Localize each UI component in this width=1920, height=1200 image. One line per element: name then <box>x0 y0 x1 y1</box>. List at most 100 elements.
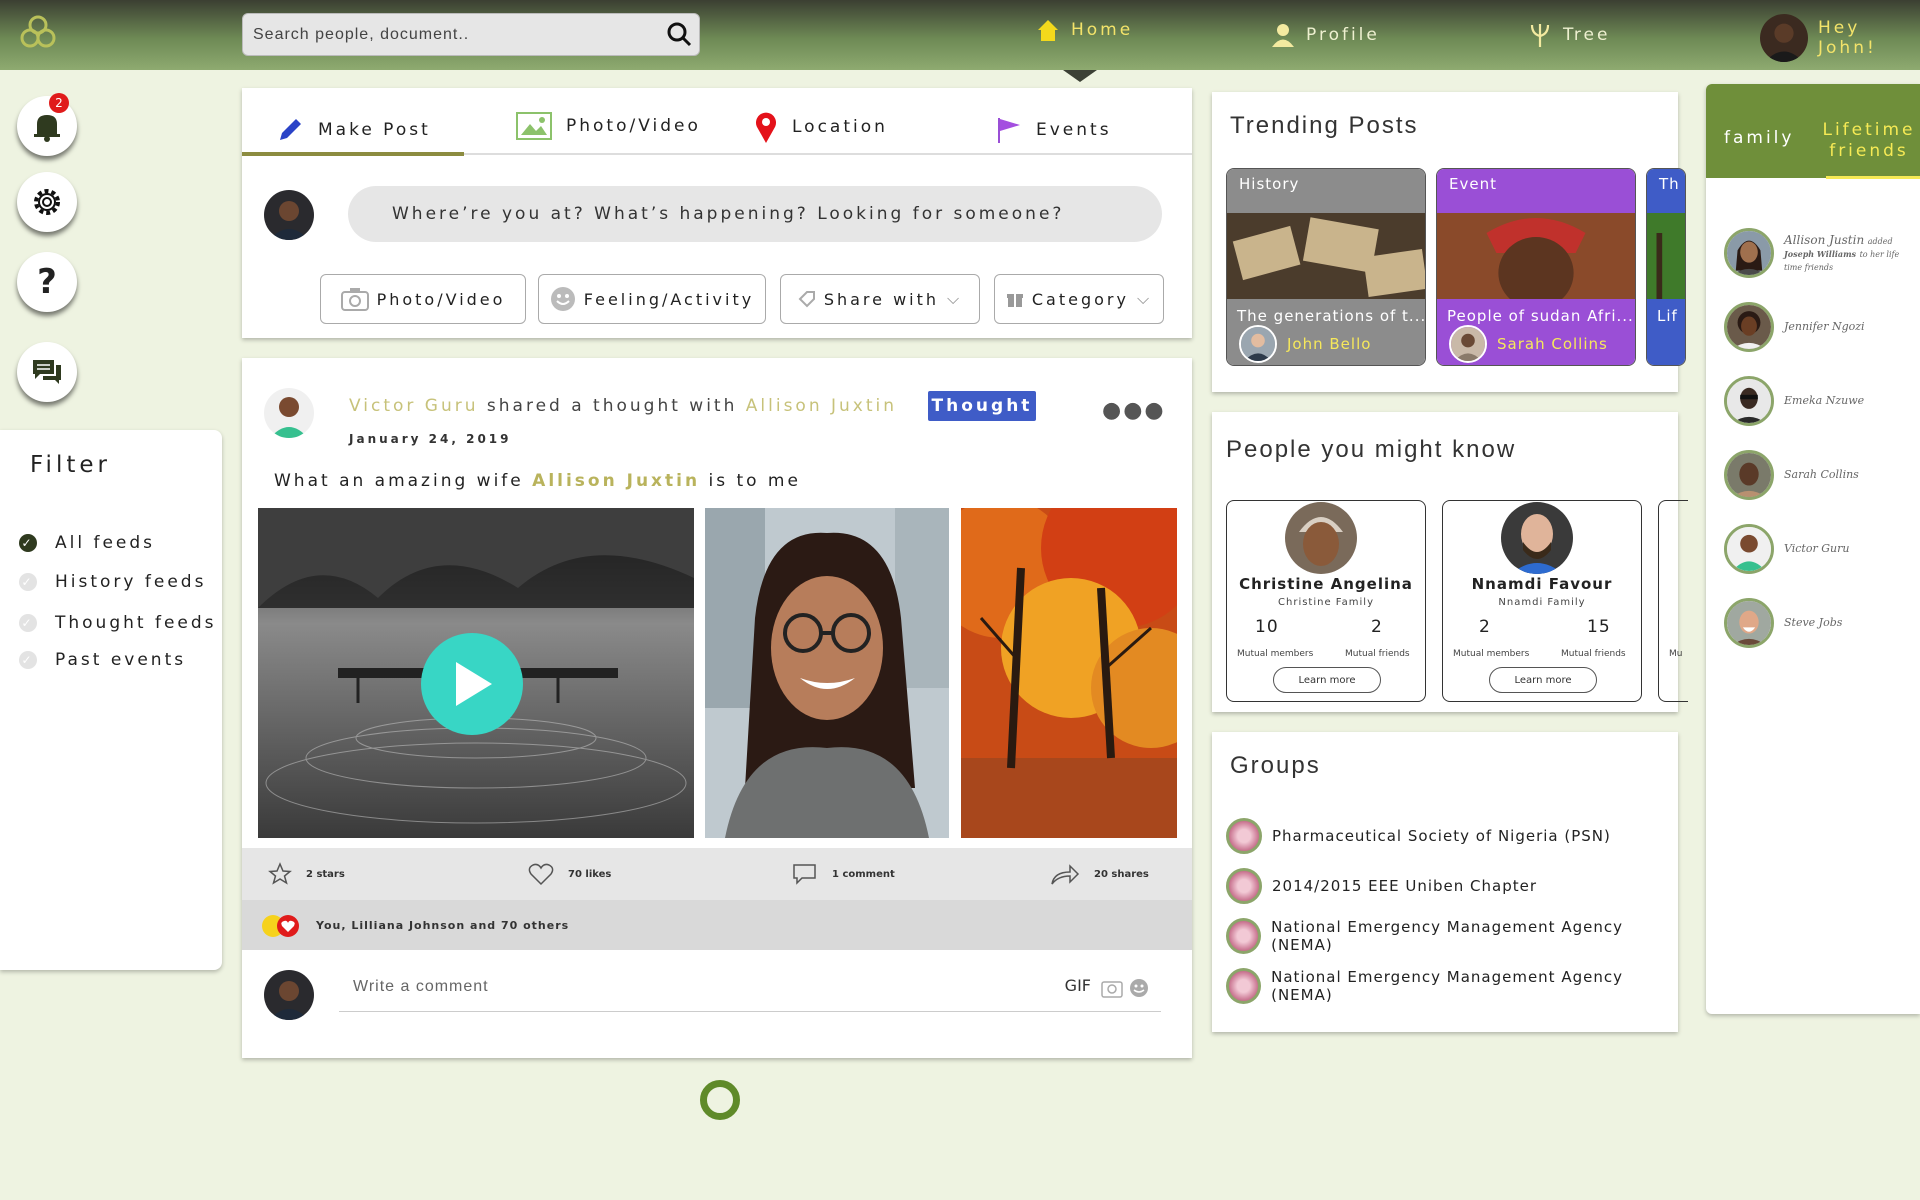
mutual-members-label: Mutual members <box>1237 649 1314 659</box>
tab-family[interactable]: family <box>1724 128 1794 148</box>
friend-name: Sarah Collins <box>1784 468 1859 482</box>
stat-label: 20 shares <box>1094 868 1149 880</box>
tab-lifetime-friends[interactable]: Lifetime friends <box>1818 120 1920 162</box>
feeling-activity-button[interactable]: Feeling/Activity <box>538 274 766 324</box>
person-card[interactable]: Nnamdi Favour Nnamdi Family 2 15 Mutual … <box>1442 500 1642 702</box>
filter-past-events[interactable]: ✓ Past events <box>19 650 186 670</box>
play-button[interactable] <box>421 633 523 735</box>
group-name: National Emergency Management Agency (NE… <box>1271 968 1623 1004</box>
group-avatar <box>1226 818 1262 854</box>
location-pin-icon <box>756 112 776 143</box>
share-with-button[interactable]: Share with ⌵ <box>780 274 980 324</box>
nav-tree[interactable]: Tree <box>1527 22 1610 48</box>
person-family: Christine Family <box>1278 597 1374 608</box>
search-icon[interactable] <box>665 20 693 48</box>
group-item[interactable]: 2014/2015 EEE Uniben Chapter <box>1226 868 1537 904</box>
person-card[interactable]: Christine Angelina Christine Family 10 2… <box>1226 500 1426 702</box>
activity-who: Joseph Williams <box>1784 249 1857 259</box>
friend-activity-item[interactable]: Allison Justin added Joseph Williams to … <box>1724 228 1914 278</box>
notifications-button[interactable]: 2 <box>17 93 77 156</box>
flag-icon <box>998 118 1020 143</box>
person-card[interactable]: Mu <box>1658 500 1688 702</box>
pencil-icon <box>280 119 301 140</box>
learn-more-button[interactable]: Learn more <box>1489 667 1597 693</box>
reactions-summary[interactable]: You, Lilliana Johnson and 70 others <box>242 900 1192 950</box>
app-logo[interactable] <box>16 10 60 54</box>
post-mention-link[interactable]: Allison Juxtin <box>532 471 700 491</box>
trending-card[interactable]: Th Lif <box>1646 168 1686 366</box>
reactions-text: You, Lilliana Johnson and 70 others <box>316 918 570 932</box>
post-author-link[interactable]: Victor Guru <box>349 396 479 416</box>
category-button[interactable]: Category ⌵ <box>994 274 1164 324</box>
group-item[interactable]: National Emergency Management Agency (NE… <box>1226 968 1678 1004</box>
search-input[interactable] <box>253 14 653 55</box>
gift-icon <box>1006 294 1023 307</box>
post-photo-portrait[interactable] <box>705 508 949 838</box>
help-button[interactable]: ? <box>17 252 77 312</box>
group-avatar <box>1226 868 1262 904</box>
friend-item[interactable]: Sarah Collins <box>1724 450 1859 500</box>
filter-thought-feeds[interactable]: ✓ Thought feeds <box>19 613 217 633</box>
filter-all-feeds[interactable]: ✓ All feeds <box>19 533 155 553</box>
friends-panel: family Lifetime friends Allison Justin a… <box>1706 84 1920 1014</box>
friend-item[interactable]: Steve Jobs <box>1724 598 1842 648</box>
post-text-part: What an amazing wife <box>274 471 524 491</box>
friend-item[interactable]: Emeka Nzuwe <box>1724 376 1864 426</box>
friend-name: Victor Guru <box>1784 542 1850 556</box>
tag-icon <box>798 291 815 308</box>
filter-label: Past events <box>55 650 187 670</box>
profile-icon <box>1272 24 1294 47</box>
tree-icon <box>1530 24 1550 47</box>
trending-author[interactable]: Sarah Collins <box>1449 325 1608 363</box>
post-photo-autumn[interactable] <box>961 508 1177 838</box>
nav-home[interactable]: Home <box>1035 17 1133 43</box>
post-tag-badge[interactable]: Thought <box>928 391 1036 421</box>
user-avatar <box>1760 14 1808 62</box>
gif-button[interactable]: GIF <box>1065 976 1091 995</box>
likes-stat[interactable]: 70 likes <box>528 862 611 886</box>
post-video[interactable] <box>258 508 694 838</box>
tab-photo-video[interactable]: Photo/Video <box>516 112 701 140</box>
friend-activity-text: Allison Justin added Joseph Williams to … <box>1784 233 1914 274</box>
filter-history-feeds[interactable]: ✓ History feeds <box>19 572 206 592</box>
nav-home-label: Home <box>1071 20 1134 40</box>
nav-profile[interactable]: Profile <box>1270 22 1380 48</box>
friend-item[interactable]: Jennifer Ngozi <box>1724 302 1865 352</box>
friend-avatar <box>1724 376 1774 426</box>
messages-button[interactable] <box>17 342 77 402</box>
tab-location[interactable]: Location <box>754 110 888 144</box>
comments-stat[interactable]: 1 comment <box>792 862 895 886</box>
trending-card[interactable]: History The generations of t... John Bel… <box>1226 168 1426 366</box>
tab-make-post[interactable]: Make Post <box>276 116 431 144</box>
smiley-icon[interactable] <box>1129 978 1149 998</box>
shares-stat[interactable]: 20 shares <box>1050 862 1149 886</box>
post-action: shared a thought with <box>486 396 738 416</box>
photo-video-button[interactable]: Photo/Video <box>320 274 526 324</box>
learn-more-button[interactable]: Learn more <box>1273 667 1381 693</box>
settings-button[interactable] <box>17 172 77 232</box>
more-options-icon[interactable]: ●●● <box>1102 398 1166 423</box>
tab-label: Make Post <box>318 120 431 140</box>
trending-author[interactable]: John Bello <box>1239 325 1371 363</box>
trending-image <box>1437 213 1635 299</box>
post-prompt-input[interactable]: Where’re you at? What’s happening? Looki… <box>348 186 1162 242</box>
stars-stat[interactable]: 2 stars <box>268 862 345 886</box>
author-avatar <box>1449 325 1487 363</box>
stat-label: 70 likes <box>568 868 612 880</box>
tab-events[interactable]: Events <box>996 116 1112 144</box>
user-menu[interactable]: Hey John! <box>1760 14 1920 62</box>
post-author-avatar[interactable] <box>264 388 314 438</box>
comment-input[interactable] <box>353 978 953 996</box>
post-target-link[interactable]: Allison Juxtin <box>746 396 897 416</box>
top-bar: Home Profile Tree Hey John! <box>0 0 1920 70</box>
trending-card[interactable]: Event People of sudan Afri... Sarah Coll… <box>1436 168 1636 366</box>
group-item[interactable]: National Emergency Management Agency (NE… <box>1226 918 1678 954</box>
nav-active-indicator <box>1063 70 1097 82</box>
group-item[interactable]: Pharmaceutical Society of Nigeria (PSN) <box>1226 818 1611 854</box>
author-name: John Bello <box>1287 335 1372 353</box>
trending-image <box>1647 213 1685 299</box>
camera-icon[interactable] <box>1101 978 1123 998</box>
author-avatar <box>1239 325 1277 363</box>
friend-item[interactable]: Victor Guru <box>1724 524 1849 574</box>
mutual-members-count: 2 <box>1479 617 1491 637</box>
